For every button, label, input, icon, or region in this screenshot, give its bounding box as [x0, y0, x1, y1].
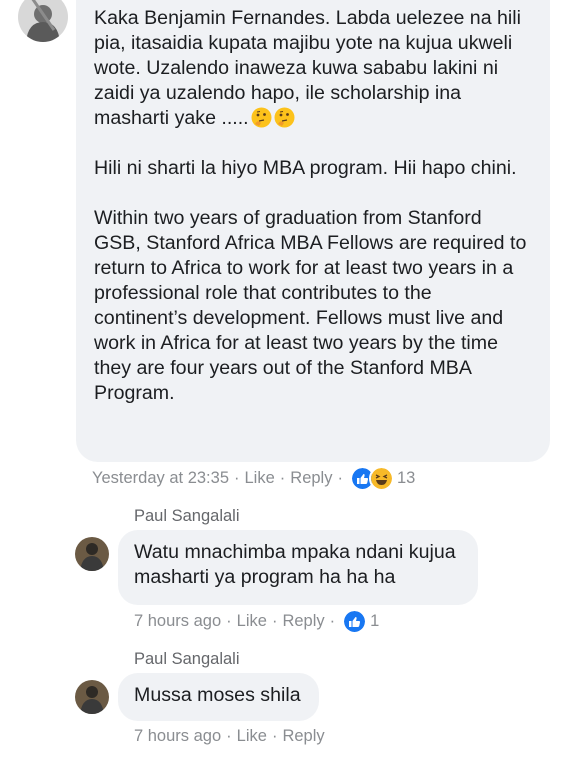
like-link[interactable]: Like: [237, 612, 267, 631]
reactions-summary[interactable]: 13: [349, 466, 416, 491]
reply-link[interactable]: Reply: [290, 469, 332, 488]
haha-reaction-icon: [368, 466, 394, 491]
separator-dot: ·: [271, 727, 278, 745]
comment-thread: Kaka Benjamin Fernandes. Labda uelezee n…: [0, 0, 576, 760]
separator-dot: ·: [329, 612, 336, 630]
reply-meta: 7 hours ago · Like · Reply · 1: [134, 609, 379, 634]
like-link[interactable]: Like: [237, 727, 267, 746]
reply-timestamp[interactable]: 7 hours ago: [134, 727, 221, 746]
comment-paragraph-3: Within two years of graduation from Stan…: [94, 207, 527, 404]
reaction-count: 1: [370, 612, 380, 630]
separator-dot: ·: [279, 469, 286, 487]
avatar-photo-icon: [75, 537, 109, 571]
separator-dot: ·: [271, 612, 278, 630]
reply-meta: 7 hours ago · Like · Reply: [134, 727, 325, 746]
reply-bubble: Mussa moses shila: [118, 673, 319, 721]
comment-bubble: Kaka Benjamin Fernandes. Labda uelezee n…: [76, 0, 550, 462]
commenter-avatar[interactable]: [18, 0, 68, 42]
comment-timestamp[interactable]: Yesterday at 23:35: [92, 469, 229, 488]
separator-dot: ·: [234, 469, 240, 487]
reply-text: Mussa moses shila: [134, 684, 301, 706]
reaction-count: 13: [396, 469, 416, 487]
reply-author[interactable]: Paul Sangalali: [134, 650, 240, 669]
avatar-photo-icon: [18, 0, 68, 42]
reply-link[interactable]: Reply: [282, 612, 324, 631]
reply-avatar[interactable]: [75, 537, 109, 571]
comment-paragraph-2: Hili ni sharti la hiyo MBA program. Hii …: [94, 157, 517, 179]
reply-author[interactable]: Paul Sangalali: [134, 507, 240, 526]
avatar-photo-icon: [75, 680, 109, 714]
separator-dot: ·: [226, 727, 232, 745]
like-reaction-icon: [342, 609, 368, 634]
reactions-summary[interactable]: 1: [342, 609, 379, 634]
reply-link[interactable]: Reply: [282, 727, 324, 746]
reply-avatar[interactable]: [75, 680, 109, 714]
like-link[interactable]: Like: [245, 469, 275, 488]
separator-dot: ·: [337, 469, 343, 487]
reply-timestamp[interactable]: 7 hours ago: [134, 612, 221, 631]
comment-paragraph-1: Kaka Benjamin Fernandes. Labda uelezee n…: [94, 7, 521, 129]
thinking-face-icon: [274, 107, 295, 128]
reply-bubble: Watu mnachimba mpaka ndani kujua mashart…: [118, 530, 478, 605]
thinking-face-icon: [251, 107, 272, 128]
reply-text: Watu mnachimba mpaka ndani kujua mashart…: [134, 541, 456, 588]
separator-dot: ·: [226, 612, 232, 630]
comment-meta: Yesterday at 23:35 · Like · Reply · 13: [92, 466, 415, 491]
